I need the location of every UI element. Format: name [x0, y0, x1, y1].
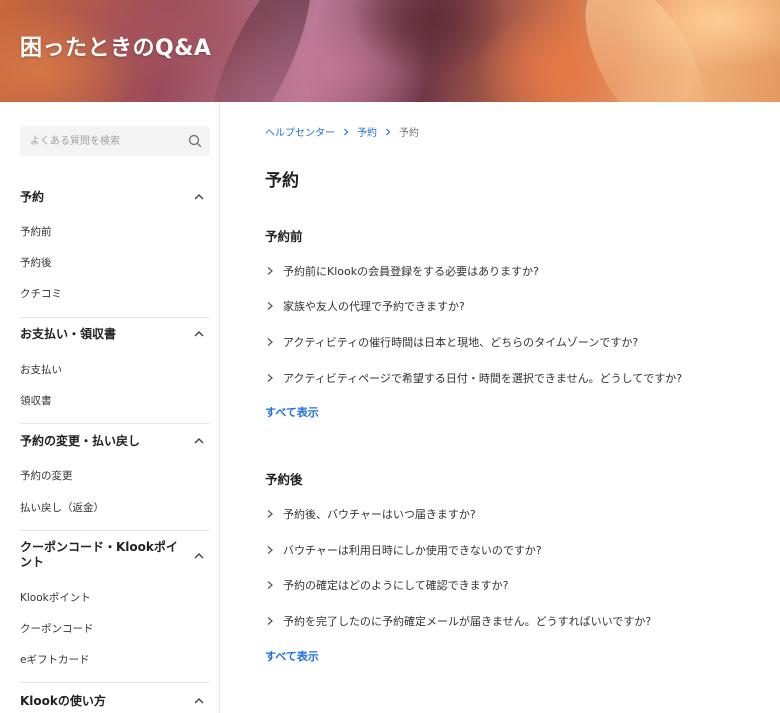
sidebar: 予約 予約前 予約後 クチコミ お支払い・領収書 お支払い 領収書 予約の変更・… [0, 102, 220, 713]
faq-question-text: 予約を完了したのに予約確定メールが届きません。どうすればいいですか? [283, 615, 652, 628]
faq-question[interactable]: アクティビティページで希望する日付・時間を選択できません。どうしてですか? [265, 370, 765, 388]
chevron-up-icon [194, 438, 204, 444]
faq-question[interactable]: 予約前にKlookの会員登録をする必要はありますか? [265, 263, 765, 281]
search-input[interactable] [30, 133, 180, 149]
sidebar-section-label: お支払い・領収書 [20, 327, 117, 341]
chevron-up-icon [194, 194, 204, 200]
breadcrumb-help-center[interactable]: ヘルプセンター [265, 124, 335, 139]
sidebar-section-how-to-use[interactable]: Klookの使い方 [20, 694, 210, 709]
sidebar-item-refund[interactable]: 払い戻し（返金） [20, 500, 104, 515]
chevron-right-icon [344, 128, 349, 135]
faq-question-text: 家族や友人の代理で予約できますか? [283, 300, 465, 313]
sidebar-section-label: 予約の変更・払い戻し [20, 434, 141, 448]
faq-question[interactable]: 家族や友人の代理で予約できますか? [265, 298, 765, 316]
sidebar-item-after-booking[interactable]: 予約後 [20, 255, 52, 270]
chevron-right-icon [267, 338, 273, 346]
faq-question-text: アクティビティの催行時間は日本と現地、どちらのタイムゾーンですか? [283, 336, 639, 349]
sidebar-item-coupon-code[interactable]: クーポンコード [20, 621, 94, 636]
sidebar-item-receipt[interactable]: 領収書 [20, 393, 52, 408]
chevron-right-icon [267, 302, 273, 310]
sidebar-section-changes-refunds[interactable]: 予約の変更・払い戻し [20, 434, 210, 449]
sidebar-item-egift-card[interactable]: eギフトカード [20, 652, 89, 667]
show-all-link[interactable]: すべて表示 [265, 404, 319, 420]
sidebar-item-change-booking[interactable]: 予約の変更 [20, 468, 73, 483]
faq-question[interactable]: アクティビティの催行時間は日本と現地、どちらのタイムゾーンですか? [265, 334, 765, 352]
chevron-right-icon [267, 510, 273, 518]
sidebar-section-label: クーポンコード・Klookポイント [20, 540, 178, 569]
group-title-after-booking: 予約後 [265, 472, 303, 487]
divider [20, 317, 210, 318]
chevron-right-icon [267, 267, 273, 275]
sidebar-item-before-booking[interactable]: 予約前 [20, 224, 52, 239]
chevron-right-icon [386, 128, 391, 135]
chevron-right-icon [267, 581, 273, 589]
chevron-up-icon [194, 553, 204, 559]
breadcrumb-reservation[interactable]: 予約 [357, 124, 377, 139]
divider [20, 423, 210, 424]
chevron-right-icon [267, 546, 273, 554]
faq-question[interactable]: 予約を完了したのに予約確定メールが届きません。どうすればいいですか? [265, 613, 765, 631]
breadcrumb: ヘルプセンター 予約 予約 [265, 124, 419, 139]
chevron-right-icon [267, 374, 273, 382]
faq-question-text: 予約前にKlookの会員登録をする必要はありますか? [283, 265, 539, 278]
sidebar-section-label: 予約 [20, 190, 45, 204]
divider [20, 682, 210, 683]
faq-question-text: アクティビティページで希望する日付・時間を選択できません。どうしてですか? [283, 372, 683, 385]
faq-question[interactable]: 予約の確定はどのようにして確認できますか? [265, 577, 765, 595]
header-banner: 困ったときのQ&A [0, 0, 780, 102]
sidebar-section-label: Klookの使い方 [20, 694, 106, 708]
faq-question-text: 予約の確定はどのようにして確認できますか? [283, 579, 509, 592]
search-icon[interactable] [187, 133, 203, 149]
faq-question-text: 予約後、バウチャーはいつ届きますか? [283, 508, 476, 521]
sidebar-item-klook-points[interactable]: Klookポイント [20, 590, 91, 605]
sidebar-item-reviews[interactable]: クチコミ [20, 286, 62, 301]
chevron-up-icon [194, 331, 204, 337]
sidebar-section-payment[interactable]: お支払い・領収書 [20, 327, 210, 342]
page-header-title: 困ったときのQ&A [20, 36, 212, 61]
search-box[interactable] [20, 126, 210, 156]
faq-question[interactable]: 予約後、バウチャーはいつ届きますか? [265, 506, 765, 524]
chevron-up-icon [194, 698, 204, 704]
group-title-before-booking: 予約前 [265, 229, 303, 244]
sidebar-section-coupons-points[interactable]: クーポンコード・Klookポイント [20, 540, 210, 570]
faq-question-text: バウチャーは利用日時にしか使用できないのですか? [283, 544, 542, 557]
show-all-link[interactable]: すべて表示 [265, 648, 319, 664]
divider [20, 530, 210, 531]
sidebar-item-payment[interactable]: お支払い [20, 362, 62, 377]
breadcrumb-current: 予約 [399, 128, 419, 139]
banner-decoration [561, 0, 729, 102]
chevron-right-icon [267, 617, 273, 625]
sidebar-section-reservation[interactable]: 予約 [20, 190, 210, 205]
faq-question[interactable]: バウチャーは利用日時にしか使用できないのですか? [265, 542, 765, 560]
page-title: 予約 [265, 171, 299, 191]
